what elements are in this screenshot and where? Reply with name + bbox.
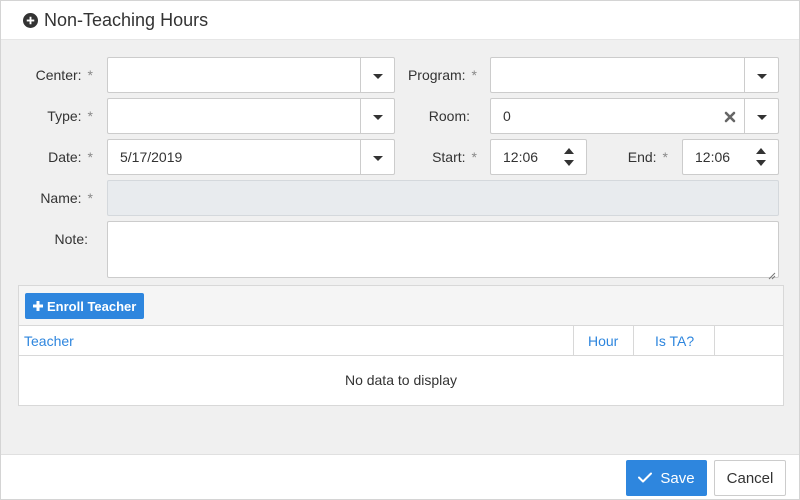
spin-down-icon[interactable] [562, 158, 576, 168]
room-label: Room: [428, 108, 470, 124]
center-dropdown[interactable] [107, 57, 395, 93]
column-header-teacher[interactable]: Teacher [24, 326, 74, 356]
plus-circle-icon [23, 13, 38, 28]
check-icon [638, 470, 653, 487]
column-divider [573, 326, 574, 356]
end-time-value: 12:06 [695, 149, 731, 165]
date-value: 5/17/2019 [120, 149, 183, 165]
start-time-value: 12:06 [503, 149, 539, 165]
spin-up-icon[interactable] [562, 146, 576, 156]
column-divider [714, 326, 715, 356]
center-dropdown-button[interactable] [360, 58, 394, 92]
note-label: Note: [54, 231, 88, 247]
column-header-is-ta[interactable]: Is TA? [655, 326, 694, 356]
teacher-grid: Enroll Teacher Teacher Hour Is TA? No da… [18, 285, 784, 406]
column-header-hour[interactable]: Hour [588, 326, 618, 356]
date-dropdown-button[interactable] [360, 140, 394, 174]
spin-down-icon[interactable] [754, 158, 768, 168]
save-label: Save [660, 469, 695, 487]
program-dropdown[interactable] [490, 57, 779, 93]
center-label: Center: * [35, 67, 93, 83]
column-divider [633, 326, 634, 356]
caret-down-icon [372, 67, 383, 83]
program-dropdown-button[interactable] [744, 58, 778, 92]
caret-down-icon [756, 67, 767, 83]
type-dropdown-button[interactable] [360, 99, 394, 133]
date-picker[interactable]: 5/17/2019 [107, 139, 395, 175]
enroll-teacher-button[interactable]: Enroll Teacher [25, 293, 145, 319]
cancel-button[interactable]: Cancel [714, 460, 786, 496]
end-time-spinner[interactable]: 12:06 [682, 139, 779, 175]
end-label: End: * [627, 149, 668, 165]
enroll-teacher-label: Enroll Teacher [47, 298, 137, 314]
note-textarea[interactable] [107, 221, 779, 280]
dialog-title-text: Non-Teaching Hours [44, 10, 209, 30]
dialog-header: Non-Teaching Hours [1, 1, 799, 40]
dialog-footer: Save Cancel [1, 454, 799, 499]
grid-toolbar: Enroll Teacher [19, 286, 783, 326]
plus-icon [33, 299, 43, 314]
room-dropdown[interactable]: 0 [490, 98, 779, 134]
dialog-body: Center: * Program: * Type: * Room: 0 Date: *… [1, 40, 799, 454]
program-label: Program: * [407, 67, 477, 83]
clear-icon[interactable] [724, 110, 736, 123]
start-time-spinner[interactable]: 12:06 [490, 139, 587, 175]
empty-grid-message: No data to display [344, 372, 458, 388]
room-dropdown-button[interactable] [744, 99, 778, 133]
type-dropdown[interactable] [107, 98, 395, 134]
room-value: 0 [503, 108, 511, 124]
save-button[interactable]: Save [626, 460, 707, 496]
caret-down-icon [372, 108, 383, 124]
start-label: Start: * [432, 149, 477, 165]
caret-down-icon [756, 108, 767, 124]
resize-grip-icon[interactable] [768, 267, 776, 280]
type-label: Type: * [47, 108, 93, 124]
cancel-label: Cancel [726, 469, 774, 487]
caret-down-icon [372, 149, 383, 165]
non-teaching-hours-dialog: Non-Teaching Hours Center: * Program: * Ty… [0, 0, 800, 500]
name-field [107, 180, 779, 216]
spin-up-icon[interactable] [754, 146, 768, 156]
date-label: Date: * [48, 149, 93, 165]
grid-header: Teacher Hour Is TA? [19, 326, 783, 356]
dialog-title: Non-Teaching Hours [23, 10, 208, 31]
name-label: Name: * [40, 190, 93, 206]
